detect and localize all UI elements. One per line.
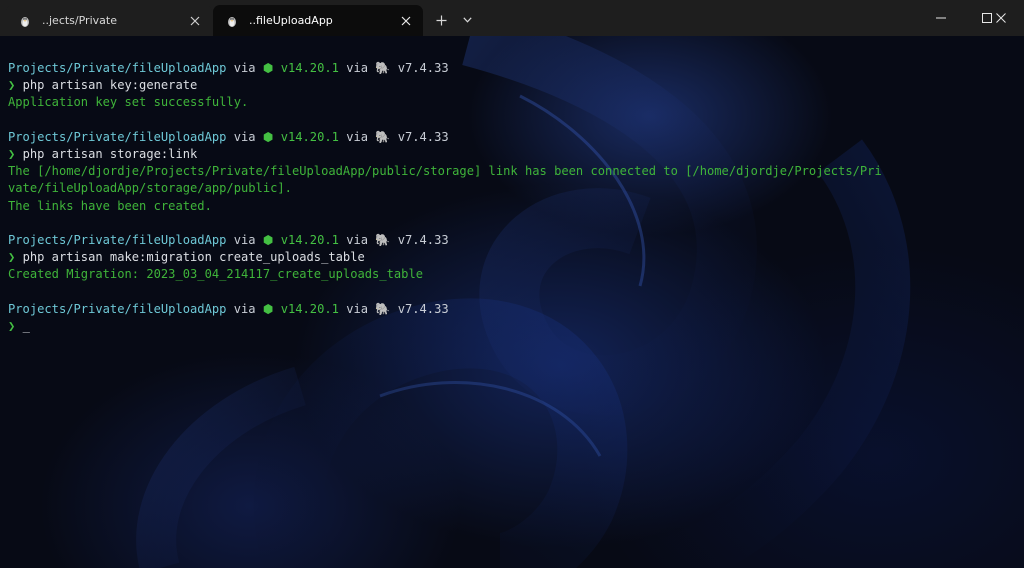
cwd-path: Projects/Private/fileUploadApp [8, 61, 227, 75]
via-text: via [346, 61, 369, 75]
cwd-path: Projects/Private/fileUploadApp [8, 232, 227, 247]
command-line: ❯ php artisan make:migration create_uplo… [8, 249, 1020, 266]
command-line: ❯ php artisan key:generate [8, 77, 1020, 94]
command-text: php artisan make:migration create_upload… [22, 250, 365, 265]
output-line: The [/home/djordje/Projects/Private/file… [8, 164, 882, 179]
tab-private[interactable]: ..jects/Private [6, 5, 212, 36]
tab-label: ..jects/Private [42, 14, 117, 27]
output-line: The links have been created. [8, 198, 212, 213]
via-text: via [346, 129, 369, 144]
php-version: v7.4.33 [397, 129, 449, 144]
prompt-line: Projects/Private/fileUploadApp via ⬢ v14… [8, 60, 1020, 77]
command-text: php artisan storage:link [22, 146, 198, 161]
minimize-button[interactable] [918, 0, 964, 36]
php-elephant-icon: 🐘 [375, 61, 391, 75]
tab-label: ..fileUploadApp [249, 14, 333, 27]
node-version: v14.20.1 [280, 61, 339, 75]
via-text: via [346, 301, 369, 316]
cwd-path: Projects/Private/fileUploadApp [8, 129, 227, 144]
command-line[interactable]: ❯ _ [8, 318, 1020, 335]
text-cursor: _ [22, 318, 30, 333]
terminal-output: Projects/Private/fileUploadApp via ⬢ v14… [8, 60, 1020, 335]
prompt-line: Projects/Private/fileUploadApp via ⬢ v14… [8, 232, 1020, 249]
title-bar: ..jects/Private ..fileUploadApp [0, 0, 1024, 36]
linux-tux-icon [21, 16, 29, 27]
php-version: v7.4.33 [397, 301, 449, 316]
via-text: via [233, 61, 256, 75]
prompt-char: ❯ [8, 146, 16, 161]
cwd-path: Projects/Private/fileUploadApp [8, 301, 227, 316]
via-text: via [233, 232, 256, 247]
linux-tux-icon [228, 16, 236, 27]
node-version: v14.20.1 [280, 232, 339, 247]
close-icon [996, 13, 1006, 23]
via-text: via [233, 129, 256, 144]
tab-dropdown-button[interactable] [459, 11, 475, 29]
prompt-line: Projects/Private/fileUploadApp via ⬢ v14… [8, 301, 1020, 318]
prompt-line: Projects/Private/fileUploadApp via ⬢ v14… [8, 129, 1020, 146]
close-tab-icon[interactable] [399, 14, 413, 28]
node-icon: ⬢ [262, 232, 274, 247]
node-version: v14.20.1 [280, 301, 339, 316]
chevron-down-icon [462, 17, 472, 23]
output-line: vate/fileUploadApp/storage/app/public]. [8, 181, 292, 196]
prompt-char: ❯ [8, 250, 16, 265]
via-text: via [346, 232, 369, 247]
command-line: ❯ php artisan storage:link [8, 146, 1020, 163]
node-version: v14.20.1 [280, 129, 339, 144]
prompt-char: ❯ [8, 78, 16, 93]
node-icon: ⬢ [262, 61, 274, 75]
prompt-char: ❯ [8, 318, 16, 333]
new-tab-button[interactable] [432, 11, 450, 29]
php-elephant-icon: 🐘 [375, 301, 391, 316]
terminal-window: ..jects/Private ..fileUploadApp Projects… [0, 0, 1024, 568]
command-text: php artisan key:generate [22, 78, 198, 93]
node-icon: ⬢ [262, 301, 274, 316]
node-icon: ⬢ [262, 129, 274, 144]
minimize-icon [936, 17, 946, 19]
output-line: Application key set successfully. [8, 95, 249, 110]
plus-icon [436, 15, 446, 25]
terminal-area[interactable]: Projects/Private/fileUploadApp via ⬢ v14… [0, 36, 1024, 568]
php-elephant-icon: 🐘 [375, 232, 391, 247]
tab-fileuploadapp[interactable]: ..fileUploadApp [213, 5, 423, 36]
via-text: via [233, 301, 256, 316]
close-tab-icon[interactable] [188, 14, 202, 28]
php-elephant-icon: 🐘 [375, 129, 391, 144]
close-window-button[interactable] [978, 0, 1024, 36]
output-line: Created Migration: 2023_03_04_214117_cre… [8, 267, 424, 282]
php-version: v7.4.33 [397, 61, 449, 75]
php-version: v7.4.33 [397, 232, 449, 247]
